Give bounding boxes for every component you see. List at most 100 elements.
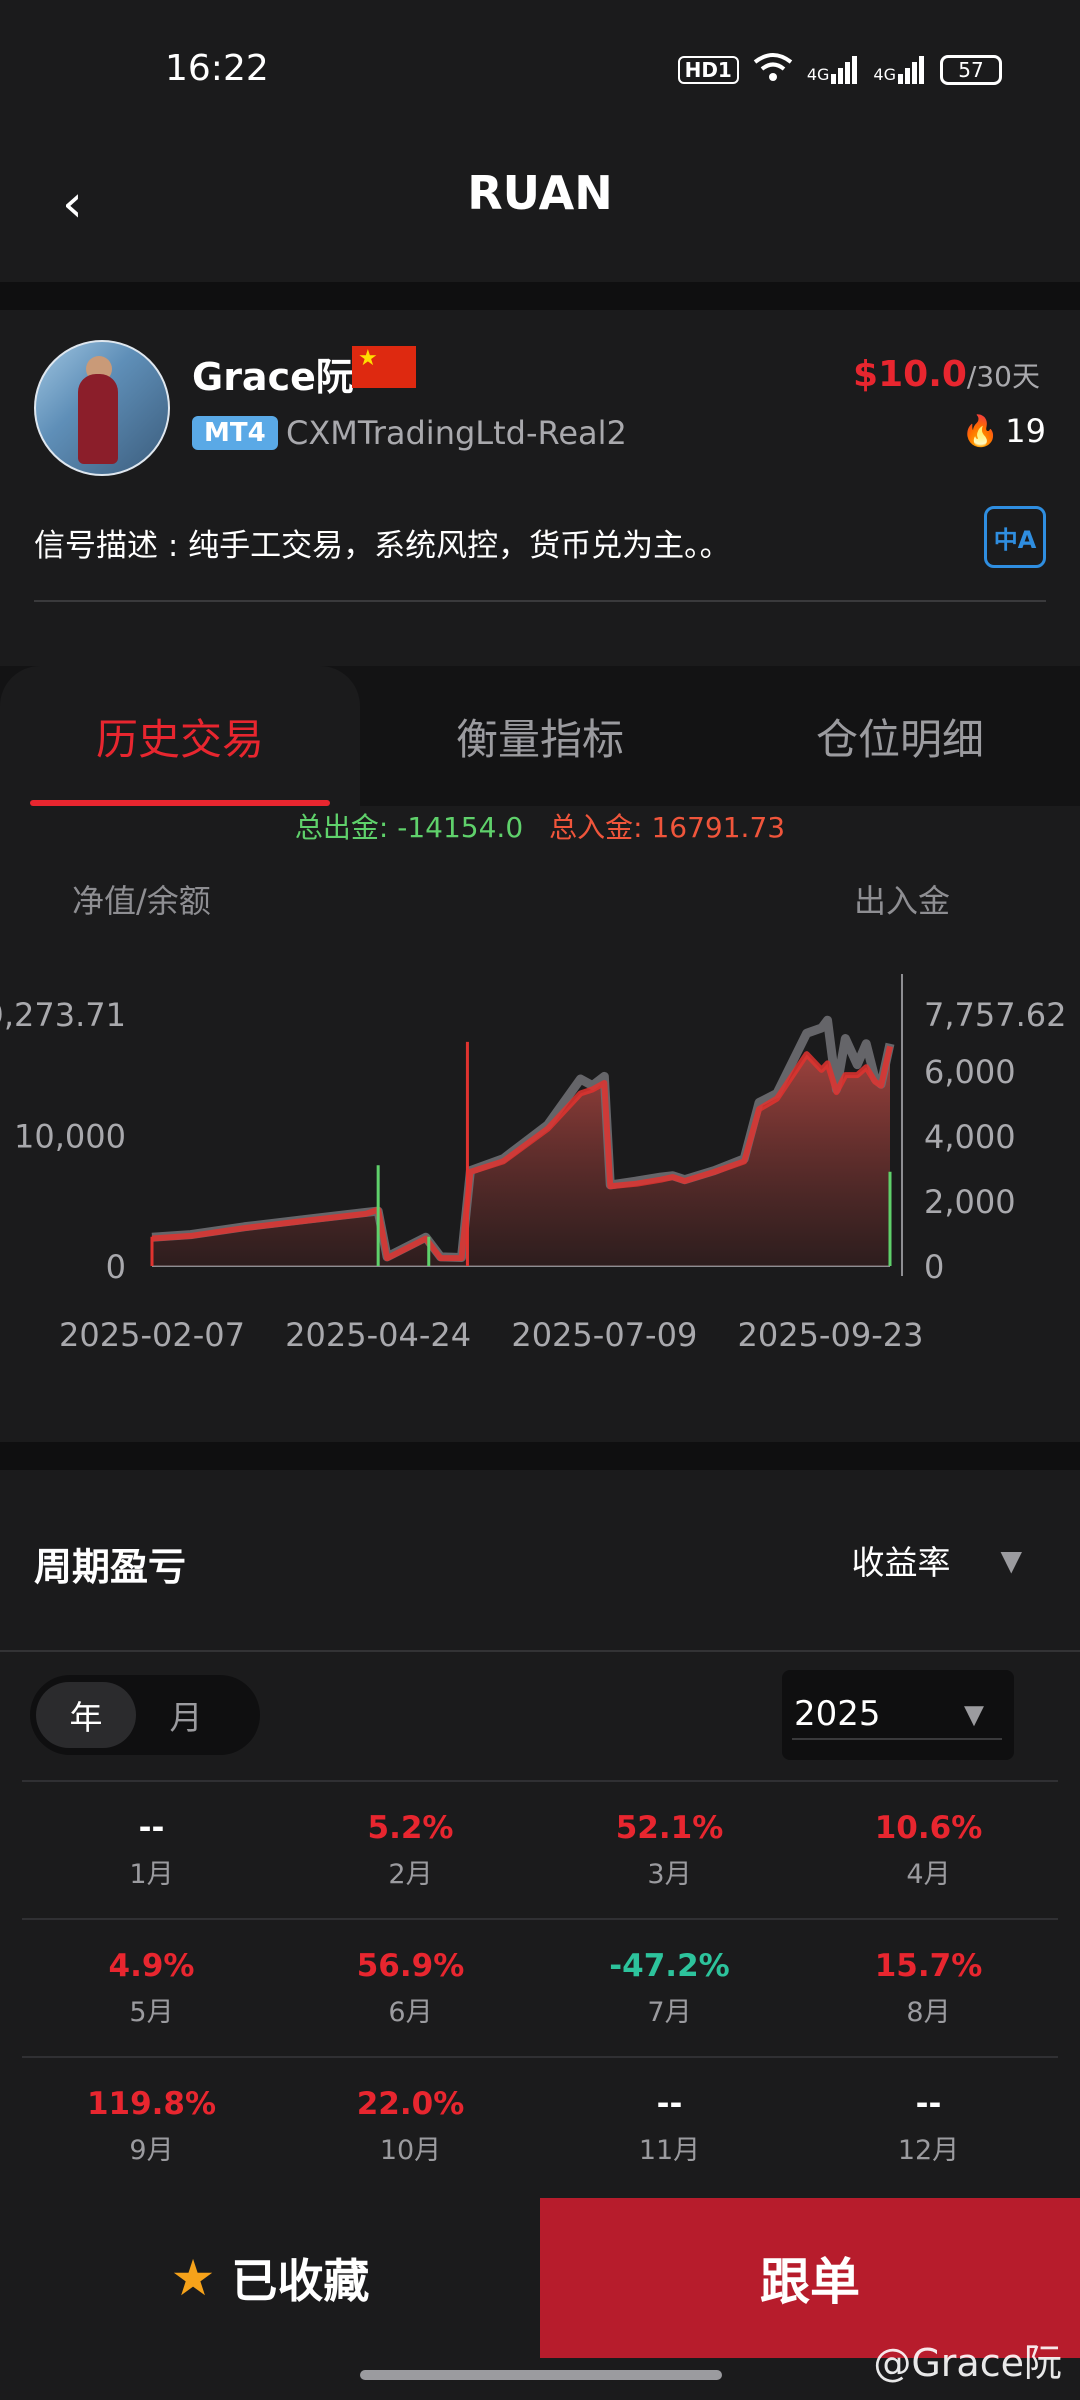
grid-row: -- 1月 5.2% 2月 52.1% 3月 10.6% 4月 [22, 1780, 1058, 1918]
signal-icon: 4G [807, 56, 860, 84]
total-withdrawal: 总出金: -14154.0 [294, 811, 524, 844]
chevron-down-icon: ▼ [1000, 1543, 1022, 1577]
month-cell[interactable]: 5.2% 2月 [281, 1782, 540, 1918]
toggle-year[interactable]: 年 [36, 1682, 136, 1748]
translate-icon[interactable]: 中A [984, 506, 1046, 568]
month-label: 10月 [379, 2134, 442, 2166]
month-cell[interactable]: 56.9% 6月 [281, 1920, 540, 2056]
month-label: 12月 [897, 2134, 960, 2166]
total-deposit: 总入金: 16791.73 [549, 811, 786, 844]
left-tick-label: 10,000 [14, 1117, 126, 1155]
fire-icon: 🔥 [961, 413, 1000, 449]
month-label: 1月 [129, 1858, 174, 1890]
home-indicator[interactable] [360, 2370, 722, 2380]
year-value: 2025 [794, 1694, 881, 1734]
watermark: @Grace阮 [873, 2341, 1062, 2385]
status-bar: 16:22 HD1 4G 4G 57 [0, 0, 1080, 150]
chevron-down-icon: ▼ [964, 1700, 984, 1730]
avatar[interactable] [34, 340, 170, 476]
month-cell[interactable]: 22.0% 10月 [281, 2058, 540, 2194]
month-return: -- [138, 1809, 165, 1846]
wifi-icon [753, 52, 793, 88]
status-time: 16:22 [165, 48, 269, 89]
flag-star: ★ [358, 346, 378, 371]
right-tick-label: 2,000 [924, 1183, 1016, 1221]
month-return: 4.9% [108, 1947, 195, 1984]
month-label: 2月 [388, 1858, 433, 1890]
period-toggle: 年 月 [30, 1675, 260, 1755]
month-cell[interactable]: 15.7% 8月 [799, 1920, 1058, 2056]
month-label: 9月 [129, 2134, 174, 2166]
month-cell[interactable]: -- 1月 [22, 1782, 281, 1918]
month-label: 6月 [388, 1996, 433, 2028]
month-cell[interactable]: -47.2% 7月 [540, 1920, 799, 2056]
signal-icon: 4G [873, 56, 926, 84]
avatar-figure [78, 374, 118, 464]
tab-history[interactable]: 历史交易 [0, 666, 360, 806]
month-cell[interactable]: 119.8% 9月 [22, 2058, 281, 2194]
divider [0, 1650, 1080, 1652]
month-return: 15.7% [874, 1947, 983, 1984]
year-underline [792, 1738, 1002, 1740]
month-cell[interactable]: 52.1% 3月 [540, 1782, 799, 1918]
left-axis-label: 净值/余额 [72, 882, 211, 920]
x-tick-label: 2025-07-09 [511, 1316, 697, 1354]
equity-chart[interactable]: 0 10,000 9,273.71 0 2,000 4,000 6,000 7,757.62 2… [0, 926, 1080, 1396]
month-return: 5.2% [367, 1809, 454, 1846]
section-divider [0, 1442, 1080, 1470]
account-name: CXMTradingLtd-Real2 [286, 414, 627, 452]
popularity: 🔥 19 [962, 412, 1046, 450]
right-tick-label: 0 [924, 1248, 944, 1286]
tab-metrics[interactable]: 衡量指标 [360, 666, 720, 806]
month-return: 22.0% [356, 2085, 465, 2122]
month-label: 4月 [906, 1858, 951, 1890]
left-tick-label: 9,273.71 [0, 996, 126, 1034]
x-tick-label: 2025-09-23 [737, 1316, 923, 1354]
status-icons: HD1 4G 4G 57 [677, 52, 1002, 88]
network-type: 4G [873, 65, 896, 84]
tab-positions[interactable]: 仓位明细 [720, 666, 1080, 806]
china-flag-icon: ★ [352, 346, 416, 388]
year-select[interactable]: 2025 ▼ [782, 1670, 1014, 1760]
month-cell[interactable]: 4.9% 5月 [22, 1920, 281, 2056]
toggle-month[interactable]: 月 [136, 1682, 236, 1748]
star-icon: ★ [170, 2249, 216, 2307]
metric-select[interactable]: 收益率 ▼ [851, 1536, 1022, 1584]
equity-chart-panel: 总出金: -14154.0 总入金: 16791.73 净值/余额 出入金 0 10… [0, 806, 1080, 1442]
subscription-price: $10.0/30天 [853, 354, 1040, 395]
grid-row: 4.9% 5月 56.9% 6月 -47.2% 7月 15.7% 8月 [22, 1918, 1058, 2056]
month-return: -- [656, 2085, 683, 2122]
section-title: 周期盈亏 [34, 1545, 187, 1589]
month-cell[interactable]: -- 11月 [540, 2058, 799, 2194]
hd-icon: HD1 [677, 56, 739, 84]
right-tick-label: 6,000 [924, 1053, 1016, 1091]
month-return: -47.2% [609, 1947, 730, 1984]
divider [34, 600, 1046, 602]
x-tick-label: 2025-04-24 [285, 1316, 471, 1354]
battery-icon: 57 [940, 55, 1002, 85]
month-return: 56.9% [356, 1947, 465, 1984]
monthly-returns-grid: -- 1月 5.2% 2月 52.1% 3月 10.6% 4月 4.9% 5月 56.9% 6月 -47… [22, 1780, 1058, 2194]
month-label: 3月 [647, 1858, 692, 1890]
section-divider [0, 282, 1080, 310]
right-tick-label: 7,757.62 [924, 996, 1067, 1034]
grid-row: 119.8% 9月 22.0% 10月 -- 11月 -- 12月 [22, 2056, 1058, 2194]
month-return: -- [915, 2085, 942, 2122]
favorite-button[interactable]: ★ 已收藏 [0, 2198, 540, 2358]
nav-bar: ‹ RUAN [0, 150, 1080, 280]
right-axis-label: 出入金 [853, 882, 950, 920]
month-cell[interactable]: 10.6% 4月 [799, 1782, 1058, 1918]
left-tick-label: 0 [106, 1248, 126, 1286]
network-type: 4G [806, 65, 830, 84]
month-cell[interactable]: -- 12月 [799, 2058, 1058, 2194]
month-label: 7月 [647, 1996, 692, 2028]
price-value: $10.0 [853, 354, 967, 395]
x-tick-label: 2025-02-07 [59, 1316, 245, 1354]
right-tick-label: 4,000 [924, 1118, 1016, 1156]
deposit-totals: 总出金: -14154.0 总入金: 16791.73 [0, 806, 1080, 846]
signal-description: 信号描述 : 纯手工交易，系统风控，货币兑为主。。 [34, 528, 731, 564]
price-period: /30天 [966, 360, 1040, 393]
month-return: 52.1% [615, 1809, 724, 1846]
month-label: 11月 [638, 2134, 701, 2166]
favorite-label: 已收藏 [231, 2254, 370, 2308]
